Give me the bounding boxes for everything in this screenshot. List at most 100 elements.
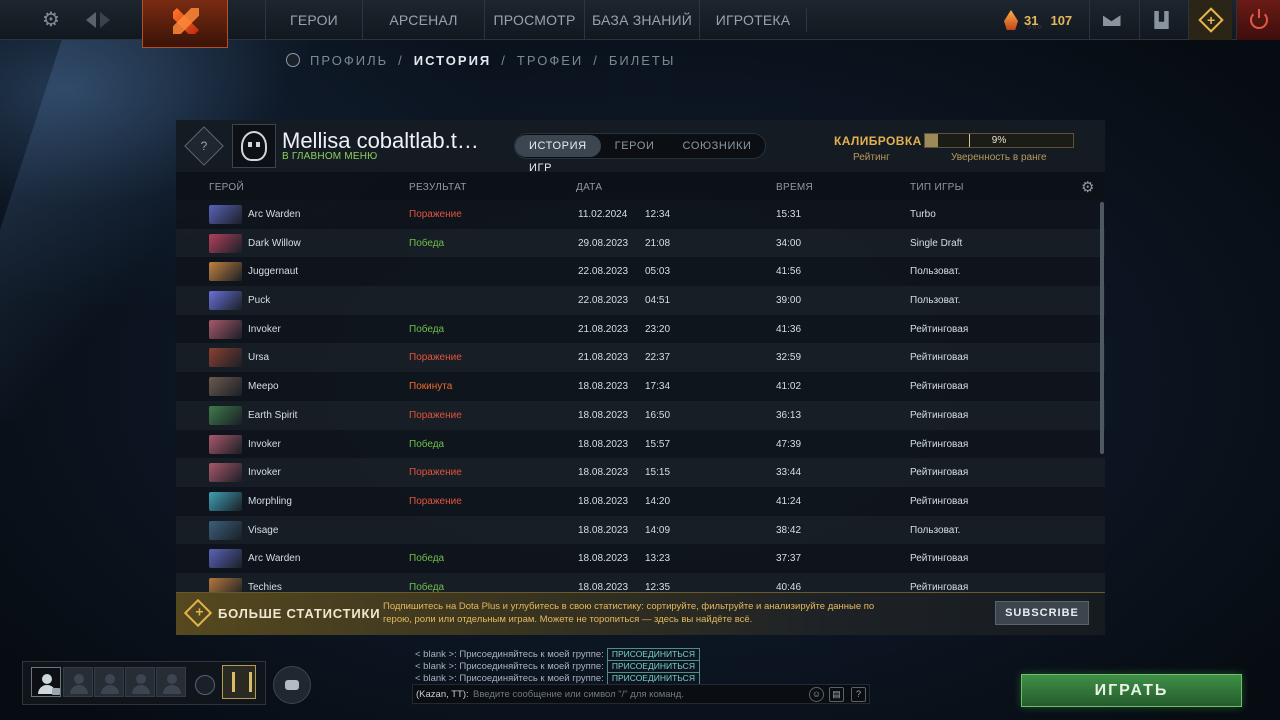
table-row[interactable]: Morphling Поражение 18.08.2023 14:20 41:24 Ре… (176, 486, 1105, 516)
match-result: Поражение (409, 495, 462, 507)
power-icon (1249, 9, 1268, 29)
col-result[interactable]: РЕЗУЛЬТАТ (409, 182, 467, 193)
tab-allies[interactable]: СОЮЗНИКИ (669, 135, 766, 157)
table-row[interactable]: Arc Warden Победа 18.08.2023 13:23 37:37 Рейт… (176, 544, 1105, 573)
nav-watch[interactable]: ПРОСМОТР (484, 0, 585, 40)
match-duration: 34:00 (776, 237, 802, 249)
match-duration: 36:13 (776, 409, 802, 421)
nav-knowledge-base[interactable]: БАЗА ЗНАНИЙ (584, 0, 700, 40)
hero-name: Earth Spirit (248, 409, 298, 421)
play-button[interactable]: ИГРАТЬ (1021, 674, 1242, 707)
table-row[interactable]: Ursa Поражение 21.08.2023 22:37 32:59 Рейтинг… (176, 343, 1105, 373)
party-slot-empty[interactable] (125, 667, 155, 697)
game-type: Рейтинговая (910, 323, 969, 335)
subnav-profile[interactable]: ПРОФИЛЬ (310, 53, 388, 68)
match-time: 17:34 (645, 381, 671, 393)
table-row[interactable]: Techies Победа 18.08.2023 12:35 40:46 Рейтинг… (176, 572, 1105, 592)
col-duration[interactable]: ВРЕМЯ (776, 182, 813, 193)
col-game-type[interactable]: ТИП ИГРЫ (910, 182, 964, 193)
party-slot-self[interactable] (31, 667, 61, 697)
subnav-history[interactable]: ИСТОРИЯ (414, 53, 492, 68)
hero-name: Invoker (248, 467, 281, 479)
settings-gear-icon[interactable]: ⚙ (42, 10, 62, 30)
history-tabs: ИСТОРИЯ ИГР ГЕРОИ СОЮЗНИКИ (514, 133, 766, 174)
table-row[interactable]: Dark Willow Победа 29.08.2023 21:08 34:00 Sin… (176, 228, 1105, 258)
party-slot-empty[interactable] (94, 667, 124, 697)
hero-portrait (209, 577, 242, 592)
table-row[interactable]: Meepo Покинута 18.08.2023 17:34 41:02 Рейтинг… (176, 372, 1105, 401)
quit-button[interactable] (1236, 0, 1280, 40)
chat-options-icon[interactable]: ▤ (829, 687, 844, 702)
help-button[interactable]: ? (851, 687, 866, 702)
dota-plus-icon (183, 598, 213, 628)
friends-icon[interactable] (273, 666, 311, 704)
table-row[interactable]: Juggernaut 22.08.2023 05:03 41:56 Пользоват. (176, 257, 1105, 287)
tab-heroes[interactable]: ГЕРОИ (601, 135, 669, 157)
match-duration: 41:02 (776, 381, 802, 393)
match-date: 18.08.2023 (578, 409, 629, 421)
chat-text: < blank >: Присоединяйтесь к моей группе… (415, 649, 604, 660)
battle-pass-icon[interactable] (222, 665, 256, 699)
table-row[interactable]: Invoker Победа 18.08.2023 15:57 47:39 Рейтинг… (176, 429, 1105, 459)
voice-chat-icon[interactable] (195, 675, 215, 695)
table-row[interactable]: Invoker Победа 21.08.2023 23:20 41:36 Рейтинг… (176, 314, 1105, 344)
table-settings-gear-icon[interactable]: ⚙ (1081, 178, 1094, 196)
col-hero[interactable]: ГЕРОЙ (209, 182, 244, 193)
avatar[interactable] (232, 124, 276, 168)
nav-arsenal[interactable]: АРСЕНАЛ (362, 0, 485, 40)
table-row[interactable]: Arc Warden Поражение 11.02.2024 12:34 15:31 T… (176, 200, 1105, 229)
hero-portrait (209, 205, 242, 224)
calibration-label: КАЛИБРОВКА (834, 134, 922, 148)
game-type: Рейтинговая (910, 381, 969, 393)
top-bar: ⚙ ГЕРОИ АРСЕНАЛ ПРОСМОТР БАЗА ЗНАНИЙ ИГР… (0, 0, 1280, 48)
col-date[interactable]: ДАТА (576, 182, 602, 193)
dota-plus-description: Подпишитесь на Dota Plus и углубитесь в … (383, 601, 875, 625)
match-date: 18.08.2023 (578, 553, 629, 565)
back-arrow-icon[interactable] (86, 12, 96, 28)
armory-button[interactable] (1139, 0, 1183, 40)
match-list: Arc Warden Поражение 11.02.2024 12:34 15:31 T… (176, 200, 1105, 592)
game-type: Single Draft (910, 237, 963, 249)
chat-input[interactable]: (Kazan, TT): Введите сообщение или симво… (412, 684, 870, 704)
dota-plus-icon (1197, 7, 1224, 33)
gold-count: 107 (1050, 12, 1073, 28)
party-slot-empty[interactable] (156, 667, 186, 697)
match-result: Победа (409, 323, 445, 335)
match-time: 15:57 (645, 438, 671, 450)
chat-channel[interactable]: (Kazan, TT): (416, 689, 469, 700)
hero-portrait (209, 520, 242, 540)
table-row[interactable]: Puck 22.08.2023 04:51 39:00 Пользоват. (176, 286, 1105, 315)
tab-match-history[interactable]: ИСТОРИЯ ИГР (515, 135, 601, 174)
mail-button[interactable] (1089, 0, 1133, 40)
dota-logo-button[interactable] (142, 0, 228, 48)
game-type: Рейтинговая (910, 581, 969, 592)
match-time: 14:09 (645, 524, 671, 536)
player-status: В ГЛАВНОМ МЕНЮ (282, 151, 378, 162)
hero-portrait (209, 405, 242, 425)
match-time: 21:08 (645, 237, 671, 249)
rank-badge-icon[interactable]: ? (184, 126, 224, 166)
scrollbar[interactable] (1100, 202, 1104, 454)
nav-arcade[interactable]: ИГРОТЕКА (699, 0, 807, 40)
match-date: 29.08.2023 (578, 237, 629, 249)
game-type: Пользоват. (910, 524, 961, 536)
party-slot-empty[interactable] (63, 667, 93, 697)
game-type: Рейтинговая (910, 553, 969, 565)
match-date: 21.08.2023 (578, 352, 629, 364)
profile-subnav: ПРОФИЛЬ / ИСТОРИЯ / ТРОФЕИ / БИЛЕТЫ (286, 50, 675, 70)
table-row[interactable]: Invoker Поражение 18.08.2023 15:15 33:44 Рейт… (176, 458, 1105, 487)
table-row[interactable]: Earth Spirit Поражение 18.08.2023 16:50 36:1… (176, 400, 1105, 430)
subscribe-button[interactable]: SUBSCRIBE (995, 601, 1089, 625)
dota-plus-title: БОЛЬШЕ СТАТИСТИКИ (218, 606, 381, 621)
table-row[interactable]: Visage 18.08.2023 14:09 38:42 Пользоват. (176, 515, 1105, 545)
subnav-tickets[interactable]: БИЛЕТЫ (609, 53, 676, 68)
hero-portrait (209, 291, 242, 311)
subnav-trophies[interactable]: ТРОФЕИ (517, 53, 583, 68)
match-result: Победа (409, 237, 445, 249)
nav-heroes[interactable]: ГЕРОИ (265, 0, 363, 40)
forward-arrow-icon[interactable] (100, 12, 110, 28)
rank-confidence-label: Уверенность в ранге (951, 152, 1047, 163)
match-time: 22:37 (645, 352, 671, 364)
emoji-icon[interactable]: ☺ (809, 687, 824, 702)
dota-plus-button[interactable] (1188, 0, 1232, 40)
